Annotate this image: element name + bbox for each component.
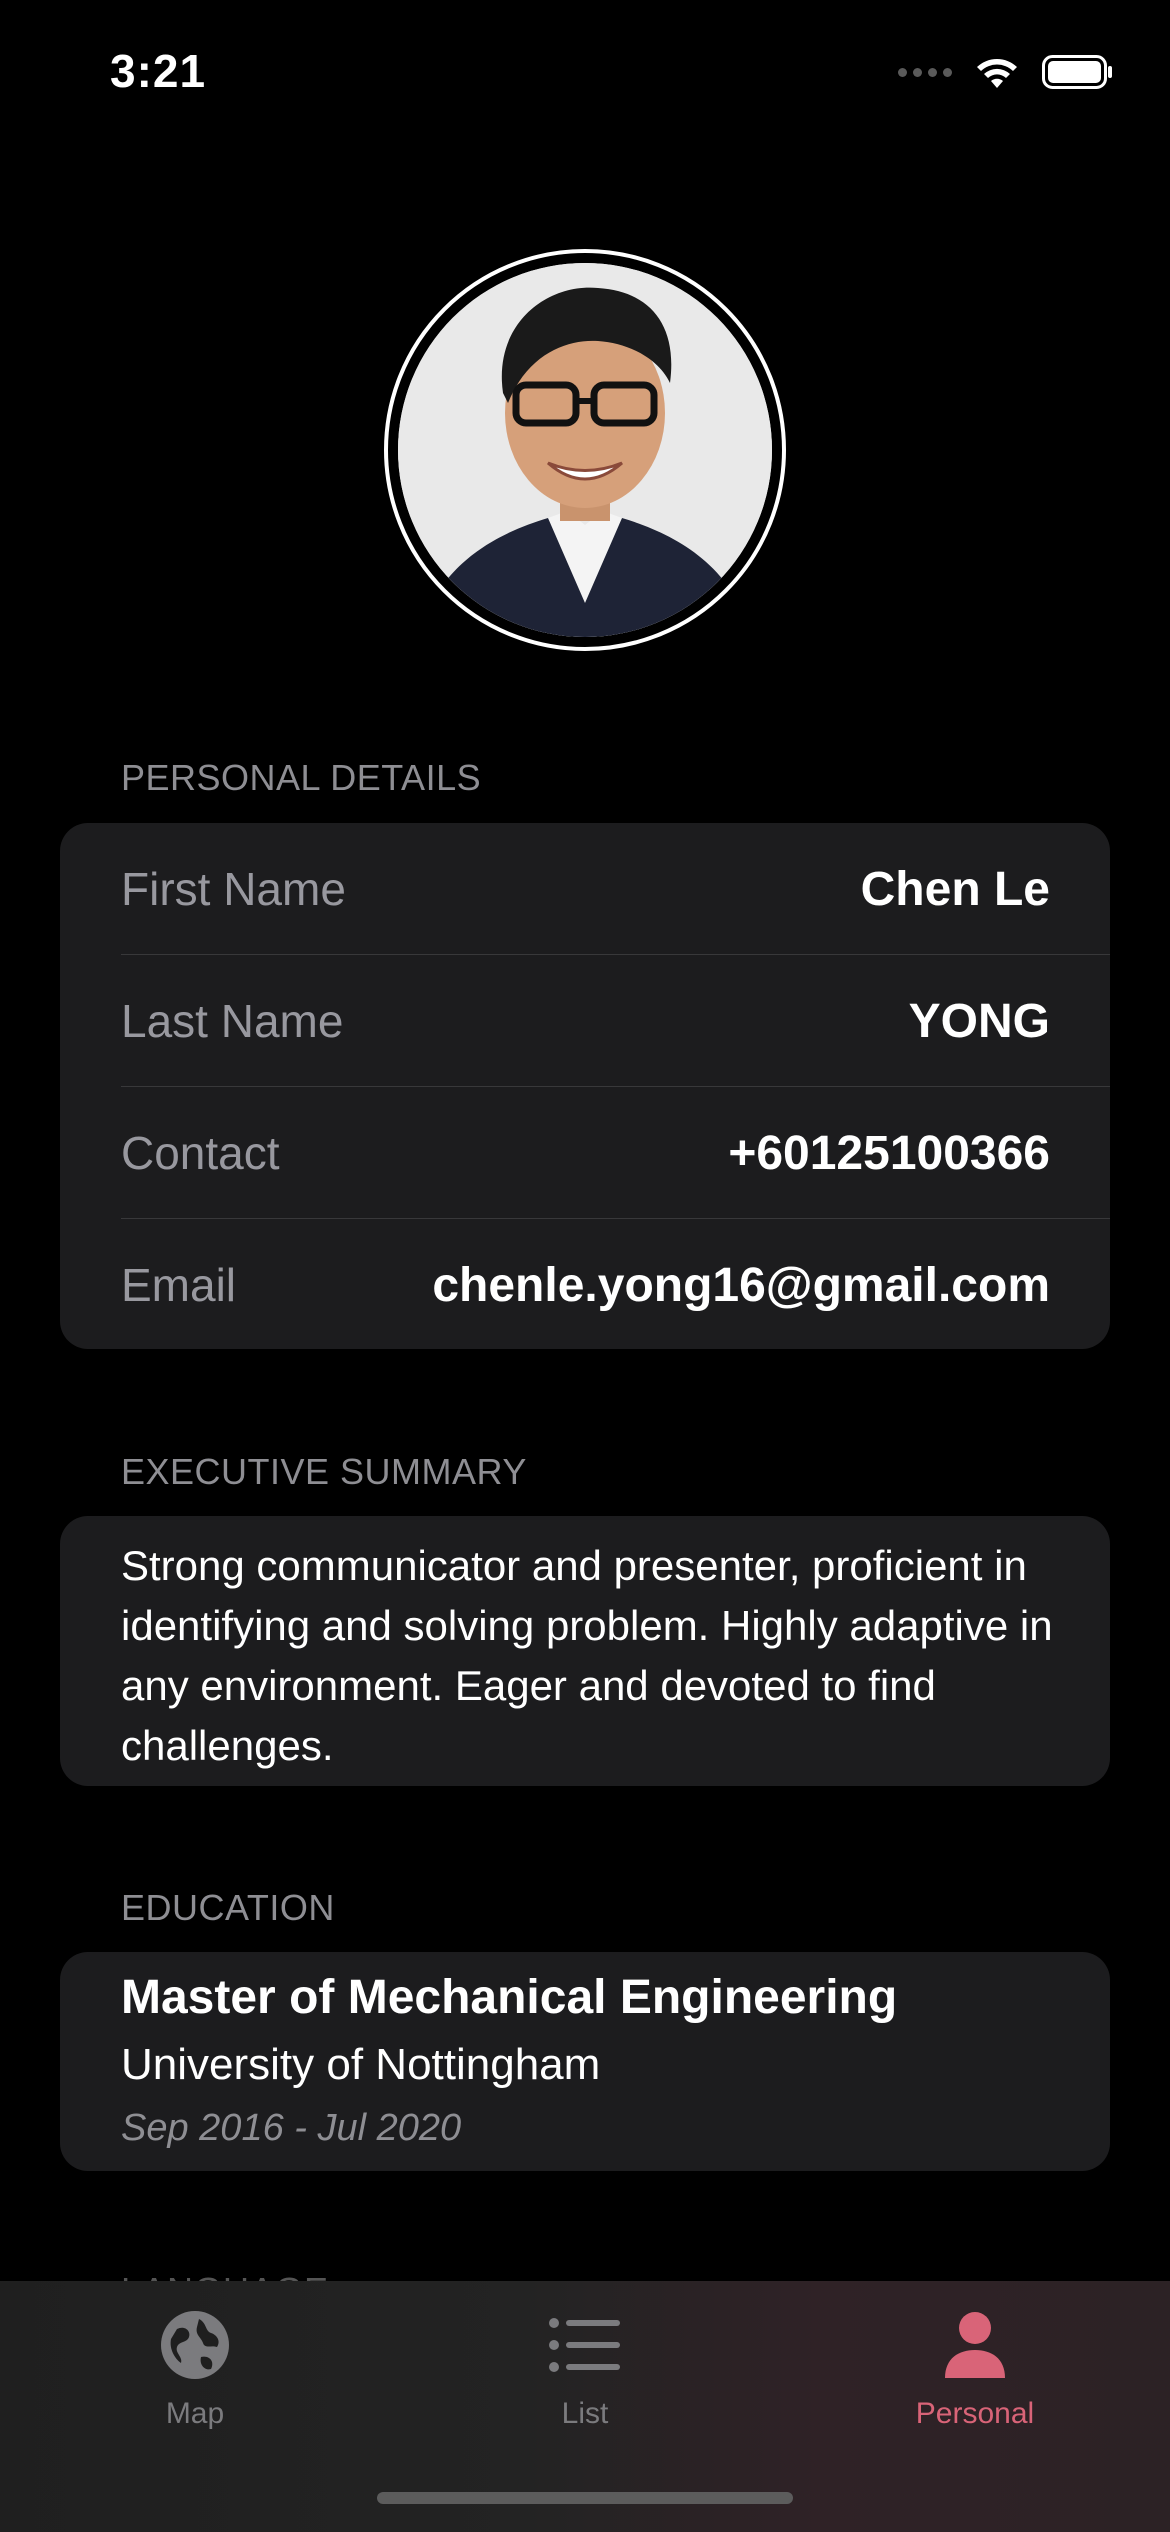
status-time: 3:21 (110, 45, 207, 97)
education-school: University of Nottingham (121, 2040, 601, 2089)
executive-summary-header: EXECUTIVE SUMMARY (121, 1451, 527, 1492)
education-card[interactable]: Master of Mechanical Engineering Univers… (60, 1952, 1110, 2171)
home-indicator[interactable] (377, 2492, 793, 2504)
wifi-icon (977, 59, 1017, 88)
first-name-row[interactable]: First Name Chen Le (60, 823, 1110, 955)
email-value: chenle.yong16@gmail.com (432, 1258, 1050, 1312)
person-photo-icon (398, 263, 772, 637)
cellular-signal-icon (898, 67, 952, 77)
executive-summary-text: Strong communicator and presenter, profi… (121, 1542, 1053, 1769)
education-dates: Sep 2016 - Jul 2020 (121, 2107, 462, 2149)
tab-list[interactable]: List (390, 2281, 780, 2451)
last-name-row[interactable]: Last Name YONG (60, 955, 1110, 1087)
last-name-value: YONG (908, 994, 1050, 1048)
tab-personal[interactable]: Personal (780, 2281, 1170, 2451)
tab-list-label: List (561, 2397, 609, 2430)
education-degree: Master of Mechanical Engineering (121, 1971, 898, 2024)
last-name-label: Last Name (121, 995, 344, 1047)
first-name-value: Chen Le (860, 862, 1050, 916)
executive-summary-card: Strong communicator and presenter, profi… (60, 1516, 1110, 1786)
education-header: EDUCATION (121, 1887, 335, 1928)
personal-details-card: First Name Chen Le Last Name YONG Contac… (60, 823, 1110, 1349)
globe-icon (155, 2305, 235, 2385)
first-name-label: First Name (121, 863, 346, 915)
tab-map-label: Map (165, 2397, 225, 2430)
profile-avatar[interactable] (384, 249, 786, 651)
tab-personal-label: Personal (915, 2397, 1035, 2430)
status-icons (898, 54, 1114, 90)
list-icon (545, 2305, 625, 2385)
personal-details-header: PERSONAL DETAILS (121, 757, 482, 798)
email-row[interactable]: Email chenle.yong16@gmail.com (60, 1219, 1110, 1351)
avatar-photo (398, 263, 772, 637)
contact-value: +60125100366 (728, 1126, 1050, 1180)
email-label: Email (121, 1259, 237, 1311)
battery-icon (1042, 55, 1112, 89)
contact-label: Contact (121, 1127, 280, 1179)
person-icon (935, 2305, 1015, 2385)
contact-row[interactable]: Contact +60125100366 (60, 1087, 1110, 1219)
status-bar: 3:21 (0, 0, 1170, 140)
tab-map[interactable]: Map (0, 2281, 390, 2451)
